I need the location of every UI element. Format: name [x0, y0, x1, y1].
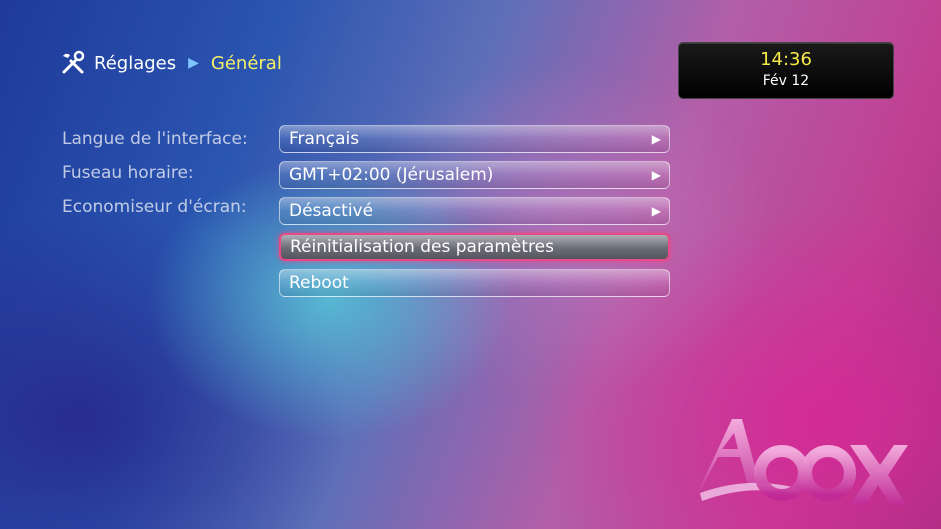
arrow-right-icon: ▶ [651, 204, 661, 218]
reset-settings-button[interactable]: Réinitialisation des paramètres [279, 233, 670, 261]
tools-icon [62, 50, 85, 74]
language-value: Français [289, 129, 360, 149]
arrow-right-icon: ▶ [651, 132, 661, 146]
label-timezone: Fuseau horaire: [62, 163, 194, 183]
reset-settings-label: Réinitialisation des paramètres [290, 237, 554, 257]
clock-date: Fév 12 [762, 73, 810, 89]
language-selector[interactable]: Français ▶ [279, 125, 670, 153]
timezone-selector[interactable]: GMT+02:00 (Jérusalem) ▶ [279, 161, 670, 189]
settings-menu: Français ▶ GMT+02:00 (Jérusalem) ▶ Désac… [279, 125, 670, 305]
breadcrumb-current: Général [210, 52, 282, 74]
breadcrumb: Réglages ▶ Général [60, 50, 282, 76]
label-screensaver: Economiseur d'écran: [62, 197, 247, 217]
settings-labels: Langue de l'interface: Fuseau horaire: E… [62, 128, 248, 230]
reboot-button[interactable]: Reboot [279, 269, 670, 297]
screensaver-selector[interactable]: Désactivé ▶ [279, 197, 670, 225]
reboot-label: Reboot [289, 273, 349, 293]
arrow-right-icon: ▶ [651, 168, 661, 182]
breadcrumb-parent: Réglages [94, 52, 177, 74]
breadcrumb-separator-icon: ▶ [188, 55, 199, 71]
screensaver-value: Désactivé [289, 201, 374, 221]
label-interface-language: Langue de l'interface: [62, 129, 248, 149]
timezone-value: GMT+02:00 (Jérusalem) [289, 165, 494, 185]
clock-time: 14:36 [760, 49, 812, 70]
clock-panel: 14:36 Fév 12 [678, 42, 894, 99]
abox-logo [692, 419, 908, 505]
